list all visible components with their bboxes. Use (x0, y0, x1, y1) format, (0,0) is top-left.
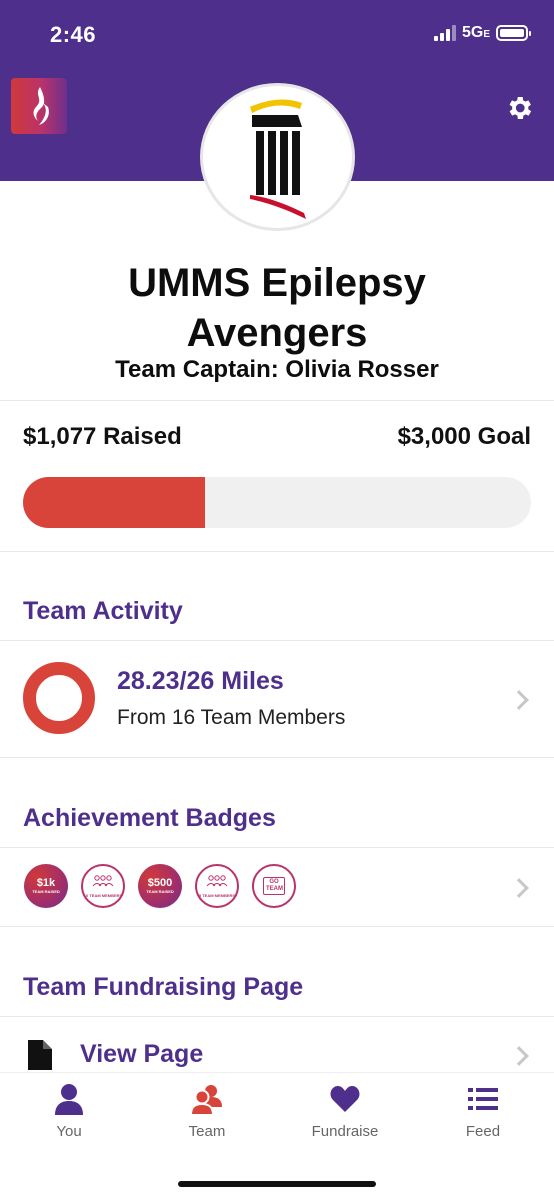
status-indicators: 5GE (433, 24, 531, 42)
tab-label: You (56, 1123, 82, 1140)
badge-10-team-members: 10 TEAM MEMBERS (81, 864, 125, 908)
divider (0, 400, 554, 401)
team-captain: Team Captain: Olivia Rosser (115, 356, 439, 383)
tab-you[interactable]: You (9, 1083, 129, 1140)
document-icon (28, 1040, 52, 1070)
battery-icon (496, 25, 531, 41)
tab-label: Feed (465, 1123, 501, 1140)
miles-ring-icon (23, 662, 95, 734)
badge-go-team: GO TEAM (252, 864, 296, 908)
divider (0, 757, 554, 758)
people-icon (206, 875, 228, 887)
people-icon (92, 875, 114, 887)
list-icon (468, 1088, 498, 1110)
app-logo[interactable] (11, 78, 67, 134)
tab-team[interactable]: Team (147, 1083, 267, 1140)
view-page-link[interactable]: View Page (80, 1040, 203, 1069)
fundraising-progress-bar (23, 477, 531, 528)
tab-fundraise[interactable]: Fundraise (285, 1083, 405, 1140)
team-icon (191, 1085, 222, 1115)
chevron-right-icon (509, 690, 529, 710)
column-logo-icon (249, 99, 306, 219)
badge-500-team-raised: $500 TEAM RAISED (138, 864, 182, 908)
progress-fill (23, 477, 206, 528)
team-members-count: From 16 Team Members (117, 706, 346, 729)
fundraising-goal: $3,000 Goal (397, 423, 531, 450)
team-activity-title: Team Activity (23, 597, 183, 625)
tab-feed[interactable]: Feed (423, 1083, 543, 1140)
status-time: 2:46 (50, 22, 97, 47)
chevron-right-icon (509, 1046, 529, 1066)
badge-1k-team-raised: $1k TEAM RAISED (24, 864, 68, 908)
divider (0, 551, 554, 552)
heart-icon (330, 1086, 360, 1112)
team-name: UMMS Epilepsy Avengers (128, 261, 426, 355)
gear-icon[interactable] (504, 93, 534, 123)
chevron-right-icon (509, 878, 529, 898)
team-fundraising-page-title: Team Fundraising Page (23, 973, 304, 1001)
person-icon (55, 1084, 83, 1115)
signal-icon (433, 25, 456, 41)
tab-label: Team (188, 1123, 226, 1140)
team-logo (200, 83, 355, 231)
amount-raised: $1,077 Raised (23, 423, 182, 450)
flame-icon (33, 87, 49, 125)
tab-label: Fundraise (311, 1123, 379, 1140)
home-indicator[interactable] (178, 1181, 376, 1187)
team-miles: 28.23/26 Miles (117, 667, 284, 695)
badge-5-team-members: 5 TEAM MEMBERS (195, 864, 239, 908)
network-label: 5GE (461, 24, 490, 41)
divider (0, 926, 554, 927)
achievement-badges-title: Achievement Badges (23, 804, 276, 832)
